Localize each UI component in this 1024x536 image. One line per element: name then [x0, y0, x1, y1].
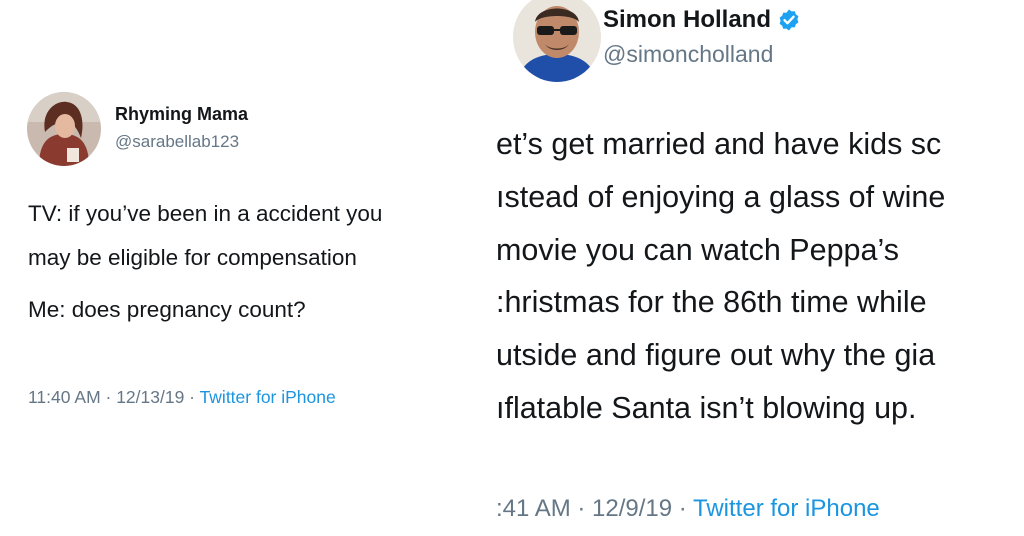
tweet-text-line: utside and figure out why the gia	[496, 338, 936, 372]
tweet-meta: 11:40 AM · 12/13/19 · Twitter for iPhone	[28, 387, 336, 408]
tweet-source-link[interactable]: Twitter for iPhone	[200, 387, 336, 407]
avatar[interactable]	[27, 92, 101, 166]
user-name[interactable]: Rhyming Mama	[115, 104, 248, 125]
tweet-text-line: :hristmas for the 86th time while	[496, 285, 927, 319]
tweet-text-line: may be eligible for compensation	[28, 245, 357, 270]
tweet-text-line: Me: does pregnancy count?	[28, 297, 306, 322]
user-handle[interactable]: @sarabellab123	[115, 132, 239, 152]
tweet-meta: :41 AM · 12/9/19 · Twitter for iPhone	[496, 495, 880, 523]
tweet-text-line: ıstead of enjoying a glass of wine	[496, 180, 946, 214]
tweet-text-line: ıflatable Santa isn’t blowing up.	[496, 391, 917, 425]
verified-badge-icon	[779, 9, 799, 31]
user-name-row[interactable]: Simon Holland	[603, 6, 801, 34]
user-handle[interactable]: @simoncholland	[603, 41, 773, 68]
right-tweet: Simon Holland @simoncholland et’s get ma…	[496, 0, 1024, 536]
left-tweet: Rhyming Mama @sarabellab123 TV: if you’v…	[0, 0, 496, 536]
tweet-timestamp[interactable]: 11:40 AM · 12/13/19 ·	[28, 387, 200, 407]
tweet-text-line: TV: if you’ve been in a accident you	[28, 201, 383, 226]
tweet-source-link[interactable]: Twitter for iPhone	[693, 495, 880, 522]
user-name[interactable]: Simon Holland	[603, 6, 771, 34]
tweet-text-line: et’s get married and have kids sc	[496, 127, 942, 161]
tweet-text-line: movie you can watch Peppa’s	[496, 233, 899, 267]
tweet-timestamp[interactable]: :41 AM · 12/9/19 ·	[496, 495, 693, 522]
avatar[interactable]	[513, 0, 601, 82]
